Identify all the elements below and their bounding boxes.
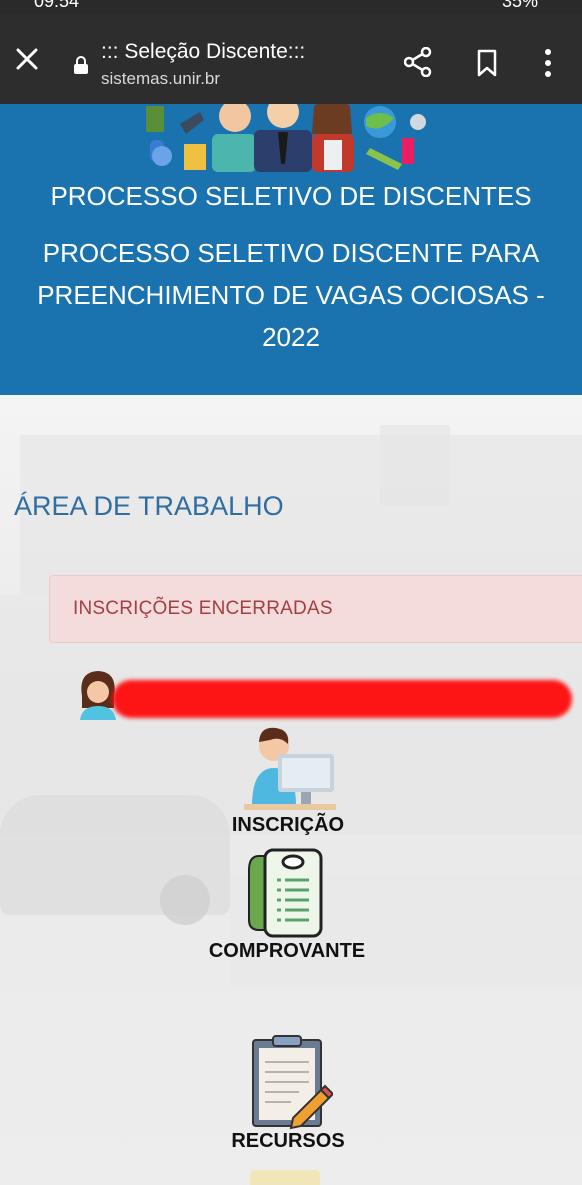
clipboard-pencil-icon xyxy=(252,1035,333,1130)
page-header: PROCESSO SELETIVO DE DISCENTES PROCESSO … xyxy=(0,104,582,395)
lock-icon xyxy=(74,56,88,74)
menu-item-inscricao[interactable]: INSCRIÇÃO xyxy=(223,726,353,837)
menu-label-recursos: RECURSOS xyxy=(231,1130,345,1152)
status-bar: 09:54 35% xyxy=(0,0,582,14)
more-vertical-icon[interactable] xyxy=(541,48,555,78)
battery-level: 35% xyxy=(501,0,538,11)
menu-label-comprovante: COMPROVANTE xyxy=(208,940,366,962)
status-time: 09:54 xyxy=(34,0,80,11)
header-subtitle: PROCESSO SELETIVO DISCENTE PARA PREENCHI… xyxy=(37,238,545,352)
alert-text: INSCRIÇÕES ENCERRADAS xyxy=(73,598,333,619)
header-banner-illustration xyxy=(146,104,426,172)
bookmark-icon[interactable] xyxy=(476,49,498,77)
menu-item-recursos[interactable]: RECURSOS xyxy=(218,1034,358,1153)
person-computer-icon xyxy=(244,727,336,810)
receipt-icon xyxy=(248,848,323,938)
close-icon[interactable] xyxy=(14,46,40,72)
user-row xyxy=(76,668,582,724)
menu-item-comprovante[interactable]: COMPROVANTE xyxy=(199,846,375,963)
browser-toolbar: ::: Seleção Discente::: sistemas.unir.br xyxy=(0,14,582,104)
menu-label-inscricao: INSCRIÇÃO xyxy=(231,814,345,836)
share-icon[interactable] xyxy=(404,47,432,77)
header-title: PROCESSO SELETIVO DE DISCENTES xyxy=(50,181,532,211)
area-title: ÁREA DE TRABALHO xyxy=(14,491,284,521)
page-title: ::: Seleção Discente::: xyxy=(101,40,306,63)
redacted-user-name xyxy=(112,680,572,718)
menu-item-partial xyxy=(250,1170,320,1185)
page-url[interactable]: sistemas.unir.br xyxy=(101,69,220,89)
alert-banner: INSCRIÇÕES ENCERRADAS xyxy=(49,575,582,643)
